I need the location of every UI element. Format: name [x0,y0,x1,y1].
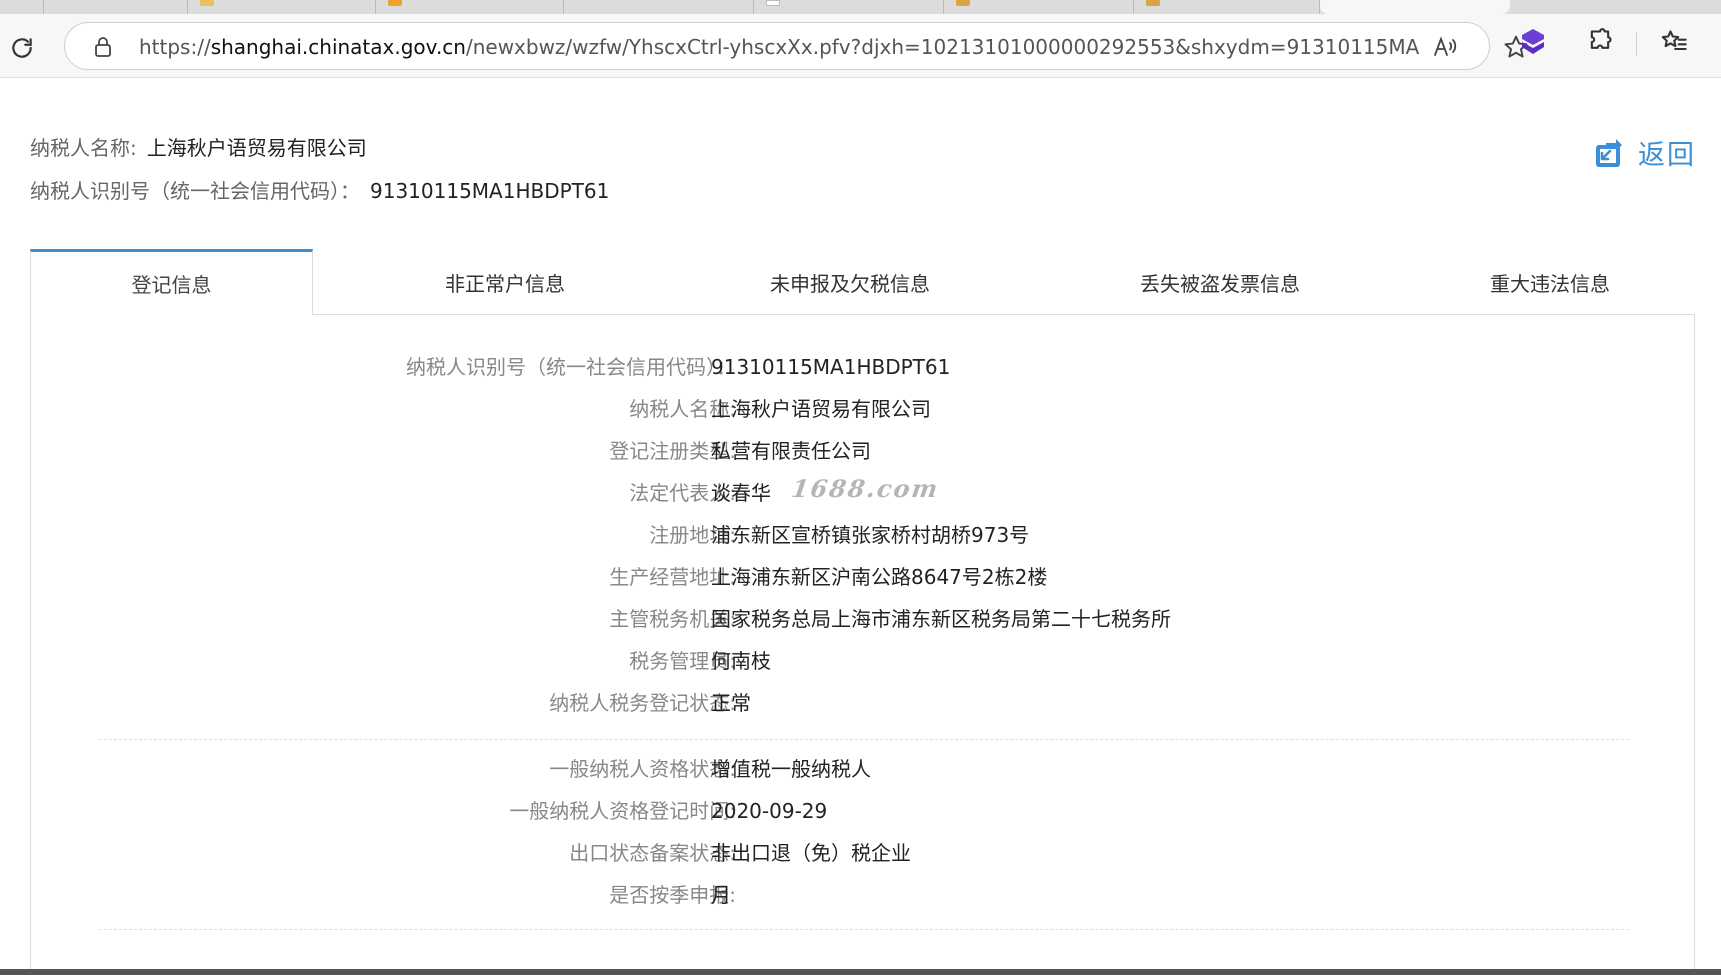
taxpayer-name-header: 纳税人名称: 上海秋户语贸易有限公司 [30,135,367,161]
browser-tab[interactable] [44,0,188,14]
browser-tab[interactable] [564,0,754,14]
taxpayer-name-label: 纳税人名称: [30,136,137,160]
detail-row-registration-type: 登记注册类型: 私营有限责任公司 [609,439,871,463]
detail-row-quarterly-filing: 是否按季申报: 月 [609,883,736,907]
browser-tab-active[interactable] [1320,0,1510,14]
tab-abnormal-household-info[interactable]: 非正常户信息 [330,249,680,315]
browser-tab[interactable] [188,0,376,14]
taxpayer-id-value: 91310115MA1HBDPT61 [370,179,610,203]
tab-registration-info[interactable]: 登记信息 [30,249,313,315]
back-button[interactable]: 返回 [1594,133,1696,172]
taxpayer-id-header: 纳税人识别号（统一社会信用代码）： 91310115MA1HBDPT61 [30,178,609,204]
window-bottom-edge [0,969,1721,975]
reload-icon[interactable] [6,32,38,64]
page-content: 纳税人名称: 上海秋户语贸易有限公司 纳税人识别号（统一社会信用代码）： 91310… [0,79,1721,974]
detail-row-taxpayer-name: 纳税人名称: 上海秋户语贸易有限公司 [629,397,931,421]
watermark-text: 1688.com [789,474,942,503]
detail-row-general-taxpayer-status: 一般纳税人资格状态: 增值税一般纳税人 [549,757,871,781]
detail-row-business-address: 生产经营地址: 上海浦东新区沪南公路8647号2栋2楼 [609,565,1048,589]
browser-toolbar: https://shanghai.chinatax.gov.cn/newxbwz… [0,14,1721,78]
tab-lost-stolen-invoice-info[interactable]: 丢失被盗发票信息 [1030,249,1410,315]
tab-major-violation-info[interactable]: 重大违法信息 [1400,249,1700,315]
section-divider [99,739,1629,740]
browser-tab[interactable] [376,0,564,14]
browser-tab-strip [0,0,1721,14]
detail-row-registration-status: 纳税人税务登记状态: 正常 [549,691,751,715]
favorites-icon[interactable] [1660,28,1688,56]
taxpayer-id-label: 纳税人识别号（统一社会信用代码）： [30,179,360,203]
detail-row-general-taxpayer-date: 一般纳税人资格登记时间: 2020-09-29 [509,799,828,823]
read-aloud-icon[interactable] [1433,35,1459,59]
detail-row-taxpayer-id: 纳税人识别号（统一社会信用代码）： 91310115MA1HBDPT61 [406,355,951,379]
toolbar-divider [1636,32,1637,56]
section-divider [99,929,1629,930]
registration-info-panel: 纳税人识别号（统一社会信用代码）： 91310115MA1HBDPT61 纳税人名… [30,314,1695,974]
tab-undeclared-arrears-info[interactable]: 未申报及欠税信息 [670,249,1030,315]
detail-row-registered-address: 注册地址: 浦东新区宣桥镇张家桥村胡桥973号 [649,523,1030,547]
lock-icon[interactable] [91,35,115,59]
browser-tab[interactable] [0,0,44,14]
address-bar[interactable]: https://shanghai.chinatax.gov.cn/newxbwz… [64,22,1528,70]
back-icon [1596,138,1622,167]
browser-tab[interactable] [1134,0,1320,14]
detail-row-export-filing-status: 出口状态备案状态: 非出口退（免）税企业 [569,841,911,865]
detail-row-tax-authority: 主管税务机关: 国家税务总局上海市浦东新区税务局第二十七税务所 [609,607,1171,631]
browser-tab[interactable] [754,0,944,14]
puzzle-icon[interactable] [1586,28,1614,56]
back-label: 返回 [1638,140,1696,171]
url-text[interactable]: https://shanghai.chinatax.gov.cn/newxbwz… [139,35,1419,59]
taxpayer-name-value: 上海秋户语贸易有限公司 [146,136,367,160]
detail-row-tax-administrator: 税务管理员: 何南枝 [629,649,771,673]
browser-tab[interactable] [944,0,1134,14]
info-tabs: 登记信息 非正常户信息 未申报及欠税信息 丢失被盗发票信息 重大违法信息 [30,249,1695,315]
extension-brand-icon[interactable] [1520,28,1546,54]
